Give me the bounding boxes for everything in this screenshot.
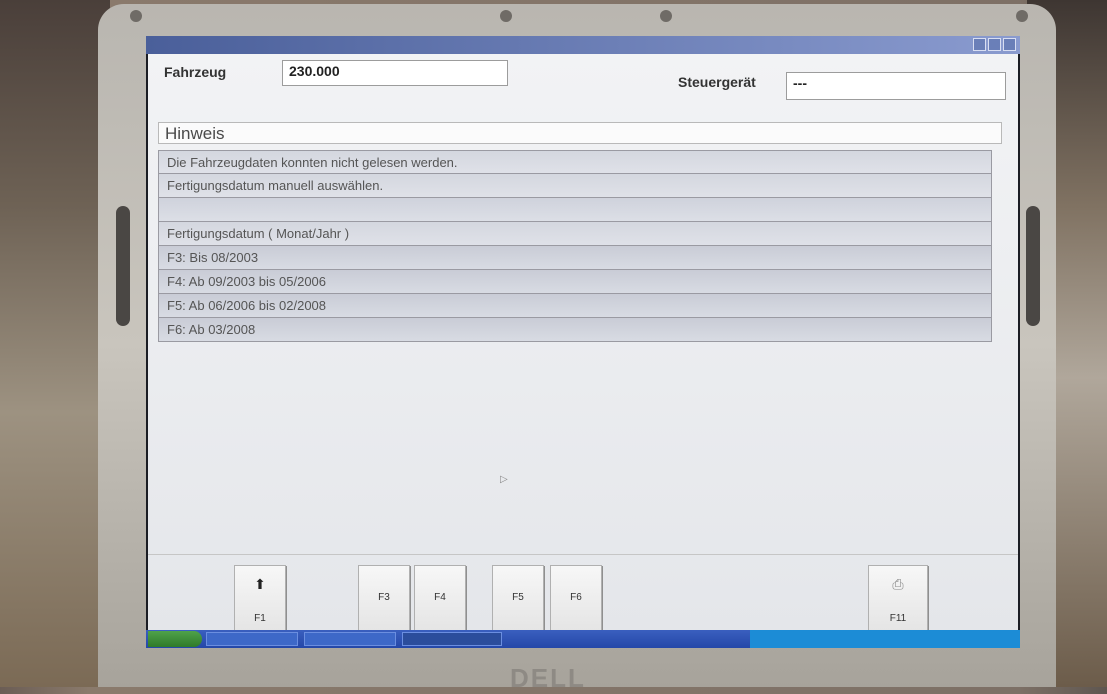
message-list: Die Fahrzeugdaten konnten nicht gelesen … — [158, 150, 992, 342]
diagnostic-app: Fahrzeug 230.000 Steuergerät --- Hinweis… — [148, 54, 1018, 640]
list-item: Fertigungsdatum ( Monat/Jahr ) — [158, 222, 992, 246]
f5-label: F5 — [512, 592, 524, 603]
bezel-screw — [130, 10, 142, 22]
f1-button[interactable]: ⬆ F1 — [234, 565, 286, 631]
function-key-bar: ⬆ F1 F3 F4 F5 F6 ⎙ F11 — [148, 554, 1018, 641]
list-item: Die Fahrzeugdaten konnten nicht gelesen … — [158, 150, 992, 174]
bezel-screw — [500, 10, 512, 22]
f11-button[interactable]: ⎙ F11 — [868, 565, 928, 631]
system-tray — [750, 630, 1020, 648]
list-item-option-f6[interactable]: F6: Ab 03/2008 — [158, 318, 992, 342]
start-button[interactable] — [148, 631, 202, 647]
f5-button[interactable]: F5 — [492, 565, 544, 631]
steuergeraet-field[interactable]: --- — [786, 72, 1006, 100]
maximize-button[interactable] — [988, 38, 1001, 51]
f6-button[interactable]: F6 — [550, 565, 602, 631]
window-titlebar — [146, 36, 1020, 54]
f4-label: F4 — [434, 592, 446, 603]
fahrzeug-field[interactable]: 230.000 — [282, 60, 508, 86]
f6-label: F6 — [570, 592, 582, 603]
list-item-option-f4[interactable]: F4: Ab 09/2003 bis 05/2006 — [158, 270, 992, 294]
f4-button[interactable]: F4 — [414, 565, 466, 631]
hinweis-heading: Hinweis — [158, 122, 1002, 144]
bezel-hinge-left — [116, 206, 130, 326]
windows-taskbar — [146, 630, 1020, 648]
f3-label: F3 — [378, 592, 390, 603]
print-icon: ⎙ — [892, 576, 904, 592]
f11-label: F11 — [889, 613, 907, 624]
list-item-option-f5[interactable]: F5: Ab 06/2006 bis 02/2008 — [158, 294, 992, 318]
bezel-screw — [1016, 10, 1028, 22]
bezel-screw — [660, 10, 672, 22]
arrow-up-icon: ⬆ — [254, 576, 266, 592]
taskbar-item[interactable] — [206, 632, 298, 646]
screen: Fahrzeug 230.000 Steuergerät --- Hinweis… — [146, 36, 1020, 648]
steuergeraet-label: Steuergerät — [678, 74, 756, 90]
f1-label: F1 — [254, 613, 266, 624]
taskbar-item[interactable] — [304, 632, 396, 646]
fahrzeug-label: Fahrzeug — [164, 64, 227, 80]
list-item — [158, 198, 992, 222]
taskbar-item[interactable] — [402, 632, 502, 646]
bezel-hinge-right — [1026, 206, 1040, 326]
f3-button[interactable]: F3 — [358, 565, 410, 631]
close-button[interactable] — [1003, 38, 1016, 51]
minimize-button[interactable] — [973, 38, 986, 51]
list-item-option-f3[interactable]: F3: Bis 08/2003 — [158, 246, 992, 270]
mouse-cursor-icon: ▷ — [500, 474, 508, 485]
photo-background-left — [0, 0, 110, 687]
list-item: Fertigungsdatum manuell auswählen. — [158, 174, 992, 198]
dell-logo: DELL — [510, 663, 586, 693]
